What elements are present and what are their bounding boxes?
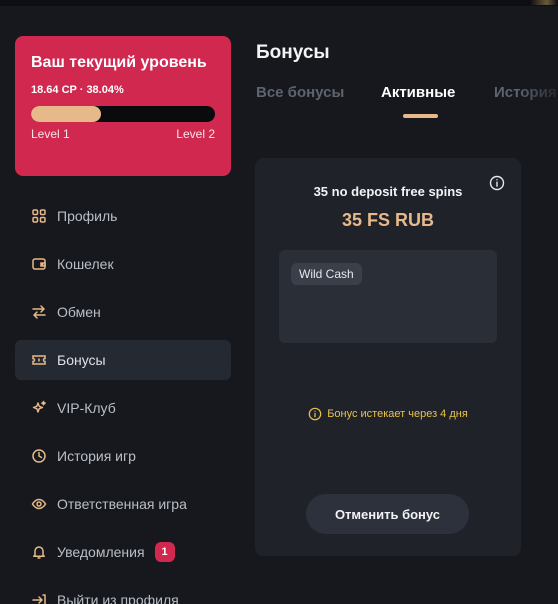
- notification-badge: 1: [154, 542, 175, 562]
- sidebar-item-notifications[interactable]: Уведомления 1: [15, 532, 231, 572]
- bonus-card: 35 no deposit free spins 35 FS RUB Wild …: [255, 158, 521, 556]
- sidebar-item-wallet[interactable]: Кошелек: [15, 244, 231, 284]
- sidebar-item-vip[interactable]: VIP-Клуб: [15, 388, 231, 428]
- tab-active[interactable]: Активные: [381, 84, 455, 101]
- wallet-icon: [31, 256, 47, 272]
- game-chip[interactable]: Wild Cash: [291, 263, 362, 285]
- eye-icon: [31, 496, 47, 512]
- level-card-title: Ваш текущий уровень: [31, 54, 207, 71]
- page-title: Бонусы: [256, 42, 330, 63]
- current-level-label: Level 1: [31, 127, 70, 141]
- level-card: Ваш текущий уровень 18.64 CP · 38.04% Le…: [15, 36, 231, 176]
- bell-icon: [31, 544, 47, 560]
- sidebar-item-label: Профиль: [57, 208, 118, 224]
- sidebar-item-label: Выйти из профиля: [57, 592, 179, 604]
- sidebar-item-game-history[interactable]: История игр: [15, 436, 231, 476]
- level-progress-bar: [31, 106, 215, 122]
- info-icon: [308, 407, 322, 421]
- grid-icon: [31, 208, 47, 224]
- top-bar: [0, 0, 558, 6]
- top-bar-decoration: [530, 0, 558, 5]
- logout-icon: [31, 592, 47, 604]
- sidebar-item-responsible-gaming[interactable]: Ответственная игра: [15, 484, 231, 524]
- ticket-icon: [31, 352, 47, 368]
- sidebar-item-profile[interactable]: Профиль: [15, 196, 231, 236]
- level-progress-fill: [31, 106, 101, 122]
- bonus-amount: 35 FS RUB: [341, 210, 435, 230]
- bonus-games-box: Wild Cash: [279, 250, 497, 343]
- exchange-icon: [31, 304, 47, 320]
- sidebar-item-label: Кошелек: [57, 256, 114, 272]
- sidebar-item-logout[interactable]: Выйти из профиля: [15, 580, 231, 604]
- sidebar-item-label: Уведомления: [57, 544, 145, 560]
- bonus-tabs: Все бонусы Активные История: [256, 84, 558, 124]
- sidebar-item-label: VIP-Клуб: [57, 400, 116, 416]
- clock-icon: [31, 448, 47, 464]
- next-level-label: Level 2: [176, 127, 215, 141]
- tabs-scroll-fade: [518, 84, 558, 124]
- sidebar-item-label: Обмен: [57, 304, 101, 320]
- sparkles-icon: [31, 400, 47, 416]
- bonus-expiry-notice: Бонус истекает через 4 дня: [255, 407, 521, 421]
- sidebar-item-bonuses[interactable]: Бонусы: [15, 340, 231, 380]
- level-progress-text: 18.64 CP · 38.04%: [31, 84, 124, 96]
- bonus-expiry-text: Бонус истекает через 4 дня: [327, 408, 468, 420]
- sidebar-item-exchange[interactable]: Обмен: [15, 292, 231, 332]
- sidebar-item-label: Бонусы: [57, 352, 106, 368]
- active-tab-indicator: [403, 114, 438, 118]
- cancel-bonus-button[interactable]: Отменить бонус: [306, 494, 469, 534]
- bonus-name: 35 no deposit free spins: [313, 184, 463, 199]
- tab-all-bonuses[interactable]: Все бонусы: [256, 84, 344, 101]
- sidebar-item-label: Ответственная игра: [57, 496, 187, 512]
- sidebar-nav: Профиль Кошелек Обмен Бонусы VIP-Клуб Ис…: [15, 196, 231, 604]
- sidebar-item-label: История игр: [57, 448, 136, 464]
